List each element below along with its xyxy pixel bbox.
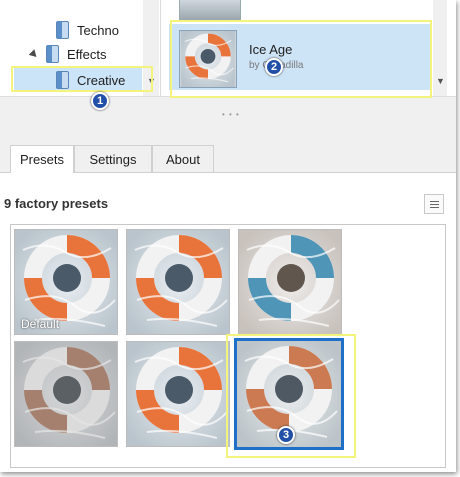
- expand-arrow-icon[interactable]: [28, 48, 40, 60]
- preset-thumbnail: [239, 230, 342, 335]
- scroll-down-icon[interactable]: ▼: [436, 76, 445, 86]
- presets-count-label: 9 factory presets: [4, 196, 109, 211]
- tree-item-effects[interactable]: Effects: [28, 42, 107, 66]
- tab-presets[interactable]: Presets: [10, 145, 74, 173]
- preset-thumbnail: [127, 342, 230, 447]
- preset-tile[interactable]: [126, 341, 230, 447]
- preset-thumbnail: [15, 342, 118, 447]
- tab-about[interactable]: About: [152, 145, 214, 172]
- tab-settings[interactable]: Settings: [74, 145, 152, 172]
- preset-tile-label: Default: [21, 317, 60, 331]
- pane-splitter[interactable]: • • •: [0, 96, 456, 120]
- callout-badge: 2: [265, 58, 283, 76]
- tab-label: Settings: [89, 151, 137, 167]
- preset-tile[interactable]: [238, 229, 342, 335]
- tab-label: Presets: [19, 152, 65, 167]
- callout-highlight: [11, 66, 153, 92]
- folder-icon: [56, 21, 69, 39]
- preset-tile[interactable]: [14, 341, 118, 447]
- menu-button[interactable]: [424, 194, 444, 214]
- preset-thumbnail: [127, 230, 230, 335]
- folder-icon: [46, 45, 59, 63]
- tree-item-label: Techno: [77, 22, 119, 38]
- presets-browser-window: Techno Effects Creative ▼ Ice Age by Coc…: [0, 0, 456, 472]
- tree-item-techno[interactable]: Techno: [56, 18, 119, 42]
- tree-item-label: Effects: [67, 46, 107, 62]
- preset-tile[interactable]: Default: [14, 229, 118, 335]
- list-scrollbar[interactable]: ▼: [433, 0, 447, 96]
- preset-thumbnail[interactable]: [179, 0, 241, 21]
- tab-label: About: [166, 151, 200, 167]
- preset-tile[interactable]: [126, 229, 230, 335]
- callout-badge: 1: [91, 92, 109, 110]
- callout-badge: 3: [277, 426, 295, 444]
- callout-highlight: [170, 20, 432, 98]
